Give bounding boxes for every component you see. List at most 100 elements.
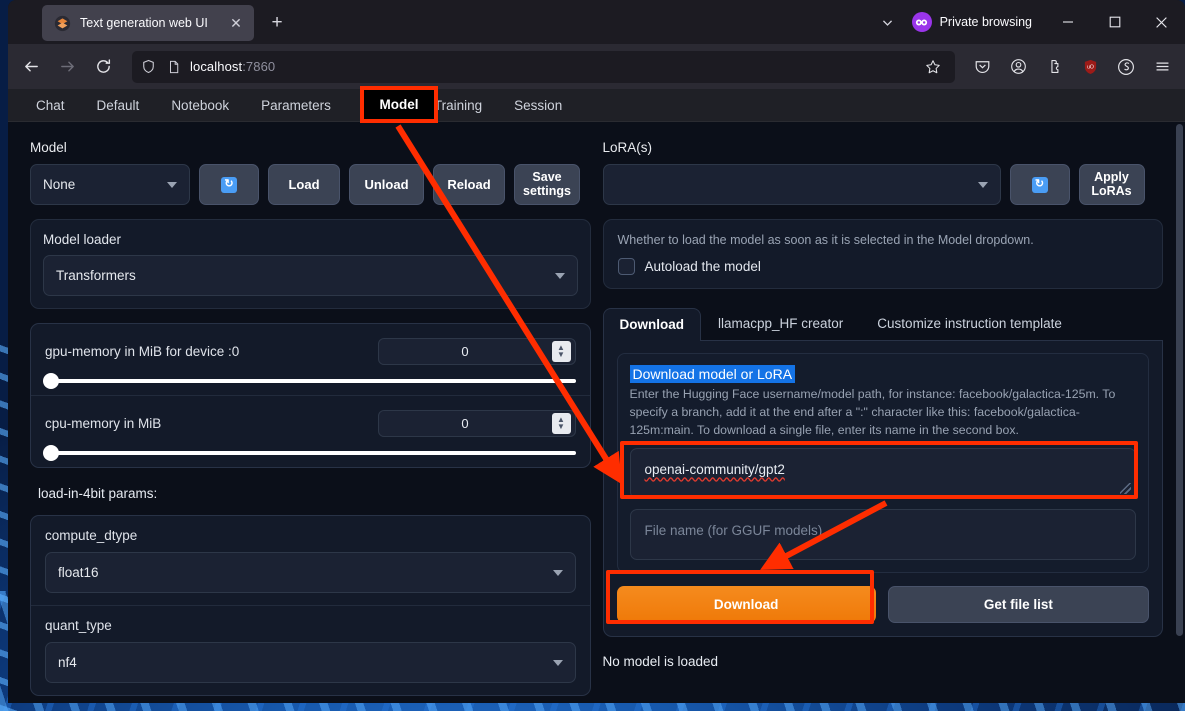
shield-icon[interactable] <box>1109 51 1143 83</box>
model-tab-highlight: Model <box>360 86 438 123</box>
refresh-lora-list-button[interactable]: ↻ <box>1009 164 1070 205</box>
browser-navbar: localhost:7860 uO <box>8 44 1185 89</box>
gpu-memory-numberbox[interactable]: 0 ▲ ▼ <box>377 338 576 365</box>
gpu-memory-head: gpu-memory in MiB for device :0 0 ▲ ▼ <box>45 338 576 365</box>
cpu-memory-value: 0 <box>461 416 469 431</box>
browser-titlebar: Text generation web UI ✕ + Private brows… <box>8 0 1185 44</box>
download-panel: Download model or LoRA Enter the Hugging… <box>602 341 1163 638</box>
subtab-download[interactable]: Download <box>602 308 701 341</box>
model-tab-highlight-label: Model <box>379 97 419 112</box>
app-favicon-icon <box>54 15 71 32</box>
tab-chat[interactable]: Chat <box>20 89 81 121</box>
compute-dtype-dropdown[interactable]: float16 <box>45 552 576 593</box>
cpu-memory-numberbox[interactable]: 0 ▲ ▼ <box>377 410 576 437</box>
gpu-memory-stepper[interactable]: ▲ ▼ <box>551 341 571 362</box>
autoload-label: Autoload the model <box>644 259 761 274</box>
chevron-down-icon <box>552 659 563 666</box>
forward-button-icon[interactable] <box>50 51 84 83</box>
load-in-4bit-group: compute_dtype float16 quant_type nf4 <box>30 515 591 696</box>
subtab-customize-instruction-template[interactable]: Customize instruction template <box>860 307 1079 340</box>
compute-dtype-label: compute_dtype <box>45 528 138 543</box>
menu-icon[interactable] <box>1145 51 1179 83</box>
download-inner-card: Download model or LoRA Enter the Hugging… <box>616 353 1149 574</box>
resize-grip-icon[interactable] <box>1120 483 1131 495</box>
gpu-memory-slider-knob[interactable] <box>43 373 59 389</box>
cpu-memory-slider-knob[interactable] <box>43 445 59 461</box>
pocket-icon[interactable] <box>965 51 999 83</box>
back-button-icon[interactable] <box>14 51 48 83</box>
refresh-model-list-button[interactable]: ↻ <box>199 164 259 205</box>
extensions-icon[interactable] <box>1037 51 1071 83</box>
load-button[interactable]: Load <box>268 164 340 205</box>
download-subtab-bar: Download llamacpp_HF creator Customize i… <box>602 307 1163 341</box>
window-close-button[interactable] <box>1138 0 1185 44</box>
url-bar[interactable]: localhost:7860 <box>132 50 955 83</box>
tab-session[interactable]: Session <box>498 89 578 121</box>
autoload-panel: Whether to load the model as soon as it … <box>602 219 1163 289</box>
quant-type-block: quant_type nf4 <box>31 605 590 695</box>
reload-button-icon[interactable] <box>86 51 120 83</box>
list-all-tabs-icon[interactable] <box>868 3 908 41</box>
account-icon[interactable] <box>1001 51 1035 83</box>
lora-section-label: LoRA(s) <box>602 140 653 155</box>
gpu-memory-label: gpu-memory in MiB for device :0 <box>45 344 240 359</box>
reload-button[interactable]: Reload <box>433 164 505 205</box>
window-minimize-button[interactable] <box>1044 0 1091 44</box>
load-in-4bit-params-label: load-in-4bit params: <box>38 486 158 501</box>
left-column: Model None ↻ Load Unload Reload Save set… <box>30 140 591 703</box>
page-scrollbar[interactable] <box>1174 122 1185 703</box>
autoload-checkbox[interactable] <box>617 258 635 275</box>
model-status-text: No model is loaded <box>602 654 719 670</box>
download-button[interactable]: Download <box>616 586 876 624</box>
browser-tab[interactable]: Text generation web UI ✕ <box>42 5 254 41</box>
model-path-value: openai-community/gpt2 <box>644 462 785 478</box>
chevron-down-icon <box>554 272 565 279</box>
titlebar-right-group: Private browsing <box>868 0 1185 44</box>
new-tab-button[interactable]: + <box>262 9 292 39</box>
tab-notebook[interactable]: Notebook <box>155 89 245 121</box>
apply-loras-button[interactable]: Apply LoRAs <box>1078 164 1145 205</box>
cpu-memory-slider-track[interactable] <box>43 445 576 461</box>
gpu-memory-slider-track[interactable] <box>43 373 576 389</box>
refresh-icon: ↻ <box>221 176 237 193</box>
cpu-memory-head: cpu-memory in MiB 0 ▲ ▼ <box>45 410 576 437</box>
ublock-icon[interactable]: uO <box>1073 51 1107 83</box>
subtab-llamacpp-hf-creator[interactable]: llamacpp_HF creator <box>701 307 860 340</box>
tab-close-icon[interactable]: ✕ <box>226 13 246 33</box>
page-content: Model None ↻ Load Unload Reload Save set… <box>8 122 1185 703</box>
download-action-row: Download Get file list <box>616 586 1149 624</box>
shield-privacy-icon[interactable] <box>138 57 158 77</box>
autoload-description: Whether to load the model as soon as it … <box>617 233 1034 247</box>
model-controls-row: None ↻ Load Unload Reload Save settings <box>30 164 591 205</box>
page-info-icon[interactable] <box>164 57 184 77</box>
tab-parameters[interactable]: Parameters <box>245 89 347 121</box>
model-loader-value: Transformers <box>56 268 136 283</box>
gpu-memory-value: 0 <box>461 344 469 359</box>
bookmark-star-icon[interactable] <box>917 51 949 83</box>
gradio-tab-bar: Chat Default Notebook Parameters Model T… <box>8 89 1185 122</box>
save-settings-button[interactable]: Save settings <box>514 164 580 205</box>
get-file-list-button[interactable]: Get file list <box>887 586 1149 624</box>
lora-dropdown[interactable] <box>602 164 1001 205</box>
unload-button[interactable]: Unload <box>349 164 424 205</box>
model-section-label: Model <box>30 140 67 155</box>
tab-default[interactable]: Default <box>81 89 156 121</box>
private-browsing-indicator: Private browsing <box>908 12 1044 32</box>
lora-controls-row: ↻ Apply LoRAs <box>602 164 1164 205</box>
file-name-input[interactable]: File name (for GGUF models) <box>629 509 1136 561</box>
memory-sliders-group: gpu-memory in MiB for device :0 0 ▲ ▼ cp… <box>30 323 591 468</box>
gpu-memory-slider-item: gpu-memory in MiB for device :0 0 ▲ ▼ <box>31 324 590 395</box>
quant-type-dropdown[interactable]: nf4 <box>45 642 576 683</box>
model-dropdown[interactable]: None <box>30 164 190 205</box>
browser-window: Text generation web UI ✕ + Private brows… <box>8 0 1185 703</box>
refresh-icon: ↻ <box>1031 176 1048 193</box>
autoload-checkbox-row[interactable]: Autoload the model <box>617 258 1149 275</box>
model-loader-dropdown[interactable]: Transformers <box>43 255 578 296</box>
window-maximize-button[interactable] <box>1091 0 1138 44</box>
cpu-memory-stepper[interactable]: ▲ ▼ <box>551 413 571 434</box>
model-path-input[interactable]: openai-community/gpt2 <box>629 448 1136 500</box>
page-scrollbar-thumb[interactable] <box>1176 124 1183 636</box>
download-title: Download model or LoRA <box>629 365 796 383</box>
url-text: localhost:7860 <box>190 59 276 74</box>
model-loader-panel: Model loader Transformers <box>30 219 591 309</box>
